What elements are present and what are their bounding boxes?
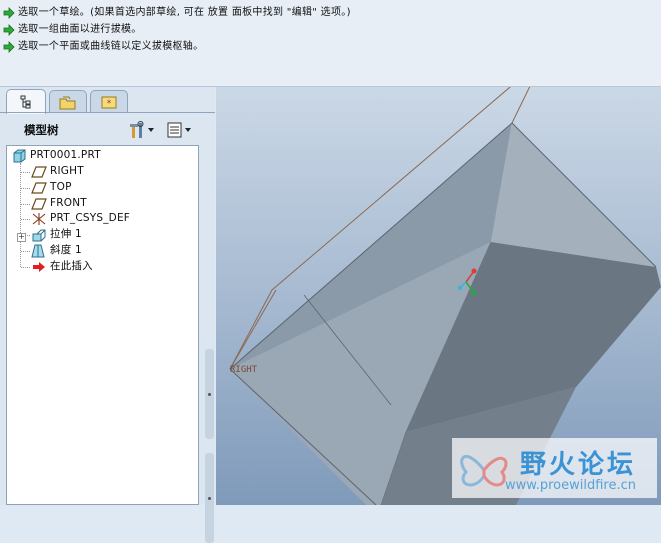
tree-connector	[21, 204, 30, 205]
expand-toggle[interactable]: +	[17, 233, 26, 242]
extrude-icon	[32, 229, 46, 241]
tree-connector	[21, 172, 30, 173]
tab-divider	[0, 112, 215, 113]
favorites-icon: *	[101, 96, 117, 109]
message-line: 选取一个平面或曲线链以定义拔模枢轴。	[3, 39, 203, 55]
message-area: 选取一个草绘。(如果首选内部草绘, 可在 放置 面板中找到 "编辑" 选项。) …	[0, 0, 661, 87]
tree-item-label: RIGHT	[50, 165, 84, 177]
datum-plane-icon	[31, 197, 47, 210]
tree-item-part[interactable]: PRT0001.PRT	[11, 148, 101, 163]
chevron-down-icon	[148, 128, 154, 132]
datum-plane-icon	[31, 165, 47, 178]
tree-connector	[21, 251, 30, 252]
tree-item-insert-here[interactable]: 在此插入	[31, 259, 93, 274]
model-tree: PRT0001.PRT RIGHT TOP FRONT PRT_CSYS_DEF…	[6, 145, 199, 505]
green-arrow-icon	[3, 41, 15, 53]
tree-item-label: TOP	[50, 181, 72, 193]
message-text: 选取一个草绘。(如果首选内部草绘, 可在 放置 面板中找到 "编辑" 选项。)	[18, 7, 351, 18]
chevron-down-icon	[185, 128, 191, 132]
datum-plane-icon	[31, 181, 47, 194]
model-tree-tab-icon	[20, 95, 31, 109]
csys-x-marker	[471, 268, 477, 274]
model-tree-tab[interactable]	[6, 89, 46, 114]
datum-label-right[interactable]: RIGHT	[230, 365, 258, 375]
message-text: 选取一组曲面以进行拔模。	[18, 24, 142, 35]
green-arrow-icon	[3, 24, 15, 36]
green-arrow-icon	[3, 7, 15, 19]
tree-item-front[interactable]: FRONT	[31, 196, 87, 211]
message-line: 选取一组曲面以进行拔模。	[3, 22, 142, 38]
tree-item-extrude[interactable]: 拉伸 1	[31, 227, 82, 242]
csys-z-marker	[458, 286, 462, 290]
list-view-icon	[167, 122, 182, 138]
folder-browser-tab[interactable]	[49, 90, 87, 113]
draft-icon	[31, 244, 45, 257]
svg-text:*: *	[107, 99, 112, 109]
navigator-panel: * 模型树 PRT0001.PRT RIGHT TOP FRONT PRT_CS…	[0, 87, 215, 543]
folder-icon	[59, 96, 76, 109]
settings-menu-button[interactable]	[127, 121, 155, 139]
tree-item-label: 在此插入	[50, 260, 93, 272]
part-face-top-right	[491, 123, 656, 267]
message-text: 选取一个平面或曲线链以定义拔模枢轴。	[18, 41, 204, 52]
show-menu-button[interactable]	[166, 121, 192, 139]
tree-item-label: 拉伸 1	[50, 228, 82, 240]
tree-connector	[21, 219, 30, 220]
insert-here-icon	[33, 261, 45, 272]
panel-splitter[interactable]	[205, 349, 214, 439]
tree-item-csys[interactable]: PRT_CSYS_DEF	[31, 211, 130, 226]
csys-icon	[32, 212, 46, 225]
favorites-tab[interactable]: *	[90, 90, 128, 113]
tree-item-label: PRT_CSYS_DEF	[50, 212, 131, 224]
watermark-title: 野火论坛	[520, 450, 637, 480]
tree-item-label: FRONT	[50, 197, 87, 209]
panel-splitter[interactable]	[205, 453, 214, 543]
tree-item-right[interactable]: RIGHT	[31, 164, 84, 179]
tree-item-top[interactable]: TOP	[31, 180, 72, 195]
part-icon	[13, 149, 26, 162]
settings-tools-icon	[130, 121, 144, 138]
message-line: 选取一个草绘。(如果首选内部草绘, 可在 放置 面板中找到 "编辑" 选项。)	[3, 5, 351, 21]
watermark-url: www.proewildfire.cn	[505, 478, 636, 493]
tree-connector	[21, 188, 30, 189]
model-tree-title: 模型树	[24, 123, 59, 137]
csys-y-marker	[471, 290, 477, 296]
tree-item-label: 斜度 1	[50, 244, 82, 256]
tree-item-draft[interactable]: 斜度 1	[31, 243, 82, 258]
tree-connector	[21, 267, 30, 268]
tree-item-label: PRT0001.PRT	[30, 149, 101, 161]
